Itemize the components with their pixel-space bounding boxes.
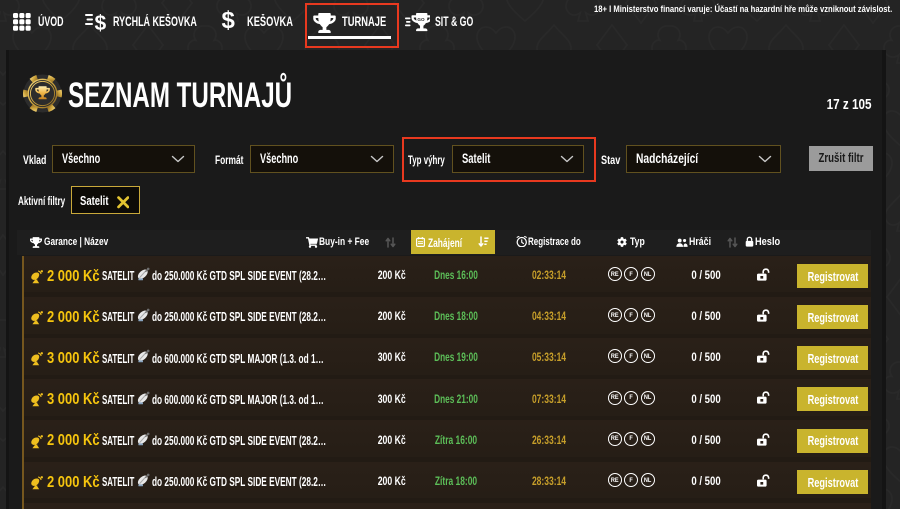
svg-text:GO: GO (417, 17, 425, 22)
svg-text:$: $ (95, 12, 107, 35)
